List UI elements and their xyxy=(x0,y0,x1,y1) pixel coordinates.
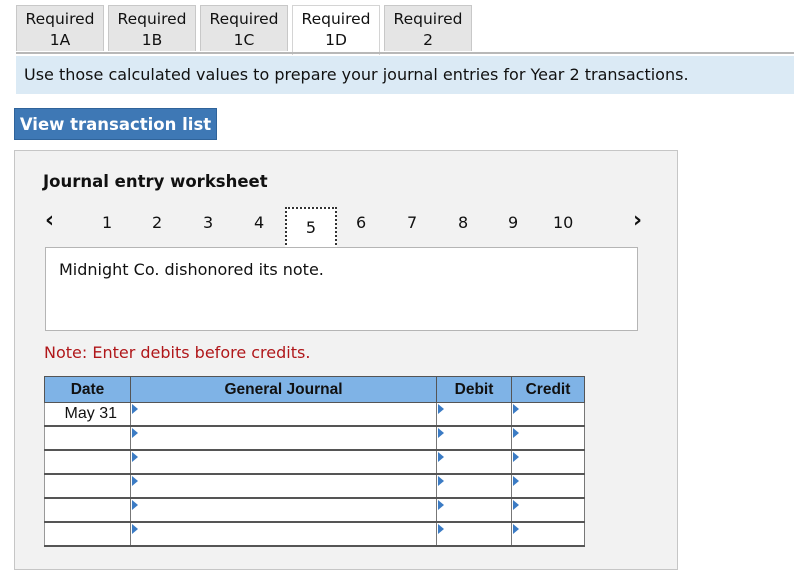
date-cell: May 31 xyxy=(44,402,131,427)
tab-label-line2: 2 xyxy=(423,31,433,49)
tab-divider xyxy=(16,52,794,54)
credit-input[interactable] xyxy=(511,498,585,523)
tab-label-line1: Required xyxy=(301,10,371,28)
tab-label-line2: 1D xyxy=(325,31,347,49)
input-marker-icon xyxy=(513,452,519,462)
page-link-8[interactable]: 8 xyxy=(458,213,468,232)
page-link-10[interactable]: 10 xyxy=(553,213,573,232)
input-marker-icon xyxy=(438,428,444,438)
credit-input[interactable] xyxy=(511,426,585,451)
entry-pager: ‹ 1 2 3 4 5 6 7 8 9 10 › xyxy=(15,207,679,249)
credit-input[interactable] xyxy=(511,450,585,475)
debit-input[interactable] xyxy=(436,522,512,547)
account-select[interactable] xyxy=(130,498,437,523)
table-row xyxy=(44,498,585,523)
page-link-4[interactable]: 4 xyxy=(254,213,264,232)
tab-label-line1: Required xyxy=(393,10,463,28)
date-cell[interactable] xyxy=(44,498,131,523)
account-select[interactable] xyxy=(130,426,437,451)
page-link-6[interactable]: 6 xyxy=(356,213,366,232)
input-marker-icon xyxy=(438,476,444,486)
table-row xyxy=(44,426,585,451)
input-marker-icon xyxy=(513,500,519,510)
tab-label-line2: 1A xyxy=(49,31,71,49)
dropdown-marker-icon xyxy=(132,452,138,462)
debit-input[interactable] xyxy=(436,498,512,523)
chevron-right-icon[interactable]: › xyxy=(633,209,642,233)
tab-label-line2: 1B xyxy=(141,31,163,49)
debit-input[interactable] xyxy=(436,402,512,427)
tab-required-1b[interactable]: Required 1B xyxy=(108,5,196,51)
page-link-1[interactable]: 1 xyxy=(102,213,112,232)
input-marker-icon xyxy=(513,476,519,486)
input-marker-icon xyxy=(513,404,519,414)
page-link-9[interactable]: 9 xyxy=(508,213,518,232)
date-cell[interactable] xyxy=(44,426,131,451)
dropdown-marker-icon xyxy=(132,524,138,534)
credit-header: Credit xyxy=(511,376,585,403)
chevron-left-icon[interactable]: ‹ xyxy=(45,209,54,233)
table-row xyxy=(44,522,585,547)
dropdown-marker-icon xyxy=(132,476,138,486)
input-marker-icon xyxy=(438,500,444,510)
account-select[interactable] xyxy=(130,450,437,475)
debit-input[interactable] xyxy=(436,450,512,475)
tab-required-1c[interactable]: Required 1C xyxy=(200,5,288,51)
dropdown-marker-icon xyxy=(132,428,138,438)
date-cell[interactable] xyxy=(44,522,131,547)
input-marker-icon xyxy=(438,404,444,414)
debit-credit-note: Note: Enter debits before credits. xyxy=(44,343,311,362)
account-select[interactable] xyxy=(130,402,437,427)
date-header: Date xyxy=(44,376,131,403)
general-journal-header: General Journal xyxy=(130,376,437,403)
tab-label-line1: Required xyxy=(209,10,279,28)
input-marker-icon xyxy=(513,524,519,534)
input-marker-icon xyxy=(438,452,444,462)
tab-label-line2: 1C xyxy=(233,31,255,49)
table-row: May 31 xyxy=(44,402,585,427)
date-cell[interactable] xyxy=(44,474,131,499)
dropdown-marker-icon xyxy=(132,404,138,414)
dropdown-marker-icon xyxy=(132,500,138,510)
transaction-description-text: Midnight Co. dishonored its note. xyxy=(59,260,324,279)
journal-entry-worksheet-panel: Journal entry worksheet ‹ 1 2 3 4 5 6 7 … xyxy=(14,150,678,570)
page-link-2[interactable]: 2 xyxy=(152,213,162,232)
tab-required-1a[interactable]: Required 1A xyxy=(16,5,104,51)
page-link-3[interactable]: 3 xyxy=(203,213,213,232)
tab-required-1d[interactable]: Required 1D xyxy=(292,5,380,55)
tab-label-line1: Required xyxy=(117,10,187,28)
requirement-tabs: Required 1A Required 1B Required 1C Requ… xyxy=(16,5,476,55)
debit-input[interactable] xyxy=(436,426,512,451)
credit-input[interactable] xyxy=(511,474,585,499)
debit-header: Debit xyxy=(436,376,512,403)
page-link-7[interactable]: 7 xyxy=(407,213,417,232)
credit-input[interactable] xyxy=(511,402,585,427)
account-select[interactable] xyxy=(130,522,437,547)
worksheet-title: Journal entry worksheet xyxy=(43,172,268,191)
input-marker-icon xyxy=(438,524,444,534)
table-row xyxy=(44,474,585,499)
tab-required-2[interactable]: Required 2 xyxy=(384,5,472,51)
instruction-banner: Use those calculated values to prepare y… xyxy=(16,56,794,94)
view-transaction-list-button[interactable]: View transaction list xyxy=(14,108,217,140)
transaction-description: Midnight Co. dishonored its note. xyxy=(45,247,638,331)
table-row xyxy=(44,450,585,475)
credit-input[interactable] xyxy=(511,522,585,547)
page-link-5-current[interactable]: 5 xyxy=(285,207,337,249)
input-marker-icon xyxy=(513,428,519,438)
debit-input[interactable] xyxy=(436,474,512,499)
account-select[interactable] xyxy=(130,474,437,499)
journal-table: Date General Journal Debit Credit May 31 xyxy=(44,376,585,547)
date-cell[interactable] xyxy=(44,450,131,475)
tab-label-line1: Required xyxy=(25,10,95,28)
journal-table-header: Date General Journal Debit Credit xyxy=(44,376,585,403)
